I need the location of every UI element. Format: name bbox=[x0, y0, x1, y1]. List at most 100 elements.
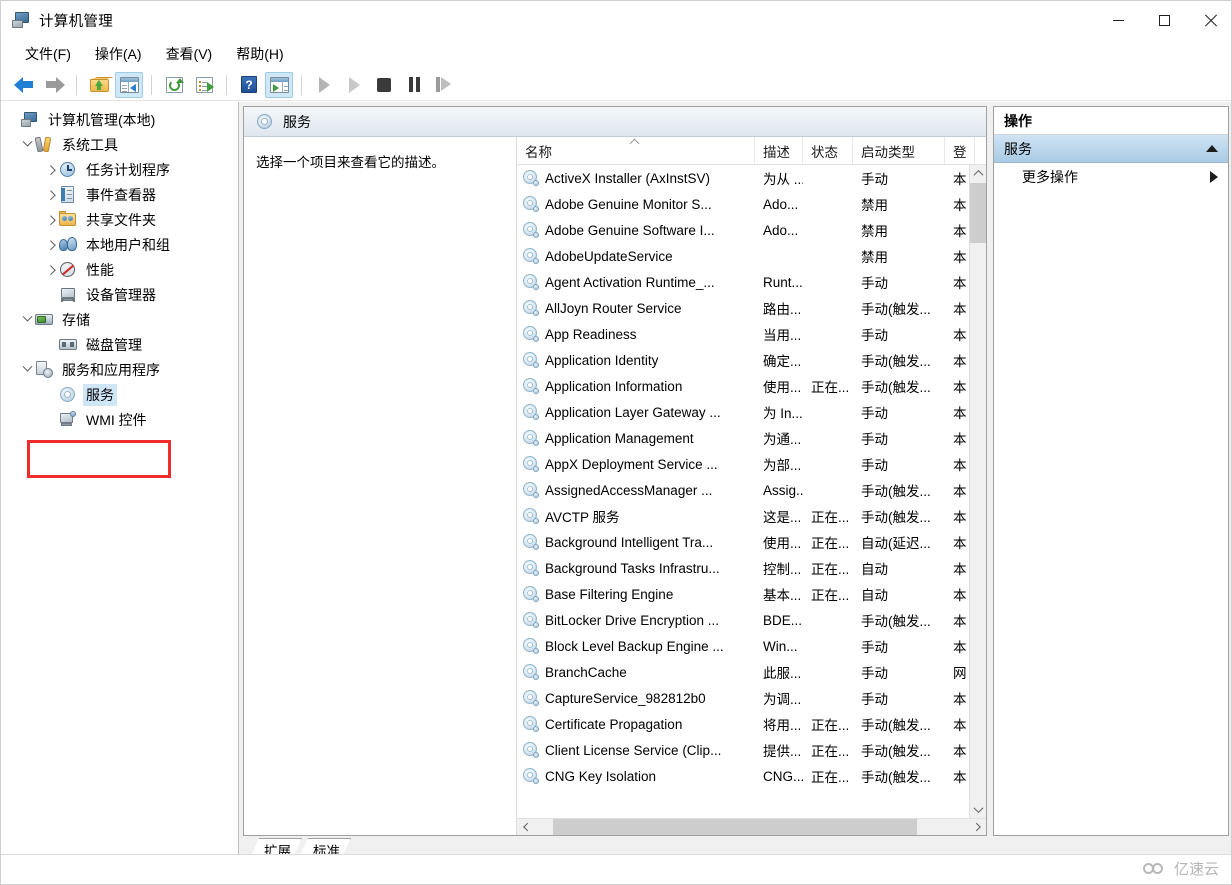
service-name-label: Agent Activation Runtime_... bbox=[545, 275, 715, 290]
list-vertical-scrollbar[interactable] bbox=[969, 165, 986, 818]
window-title: 计算机管理 bbox=[39, 10, 113, 31]
show-action-pane-button[interactable] bbox=[265, 72, 293, 98]
export-list-button[interactable] bbox=[190, 72, 218, 98]
expander-icon[interactable] bbox=[43, 187, 59, 203]
tree-item-shared-folders[interactable]: 共享文件夹 bbox=[1, 207, 238, 232]
column-header-description[interactable]: 描述 bbox=[755, 137, 803, 164]
table-row[interactable]: App Readiness当用...手动本 bbox=[517, 321, 986, 347]
table-row[interactable]: Application Information使用...正在...手动(触发..… bbox=[517, 373, 986, 399]
tree-item-storage[interactable]: 存储 bbox=[1, 307, 238, 332]
refresh-button[interactable] bbox=[160, 72, 188, 98]
show-console-tree-button[interactable] bbox=[115, 72, 143, 98]
back-button[interactable] bbox=[10, 72, 38, 98]
tree-item-services-and-applications[interactable]: 服务和应用程序 bbox=[1, 357, 238, 382]
action-more-actions[interactable]: 更多操作 bbox=[994, 163, 1228, 191]
minimize-button[interactable] bbox=[1095, 1, 1141, 39]
table-row[interactable]: Background Intelligent Tra...使用...正在...自… bbox=[517, 529, 986, 555]
menu-view[interactable]: 查看(V) bbox=[154, 41, 225, 67]
table-row[interactable]: CNG Key IsolationCNG...正在...手动(触发...本 bbox=[517, 763, 986, 789]
service-name-label: Application Management bbox=[545, 431, 694, 446]
expander-icon[interactable] bbox=[19, 137, 35, 153]
expander-icon[interactable] bbox=[43, 162, 59, 178]
service-name-label: AVCTP 服务 bbox=[545, 506, 620, 526]
table-row[interactable]: Certificate Propagation将用...正在...手动(触发..… bbox=[517, 711, 986, 737]
expander-icon[interactable] bbox=[19, 362, 35, 378]
table-row[interactable]: AllJoyn Router Service路由...手动(触发...本 bbox=[517, 295, 986, 321]
table-row[interactable]: BitLocker Drive Encryption ...BDE...手动(触… bbox=[517, 607, 986, 633]
service-name-label: ActiveX Installer (AxInstSV) bbox=[545, 171, 710, 186]
content-header: 服务 bbox=[244, 107, 986, 137]
table-row[interactable]: Adobe Genuine Software I...Ado...禁用本 bbox=[517, 217, 986, 243]
table-row[interactable]: Block Level Backup Engine ...Win...手动本 bbox=[517, 633, 986, 659]
table-row[interactable]: AssignedAccessManager ...Assig...手动(触发..… bbox=[517, 477, 986, 503]
table-row[interactable]: CaptureService_982812b0为调...手动本 bbox=[517, 685, 986, 711]
pause-service-button[interactable] bbox=[400, 72, 428, 98]
table-row[interactable]: Background Tasks Infrastru...控制...正在...自… bbox=[517, 555, 986, 581]
tree-item-event-viewer[interactable]: 事件查看器 bbox=[1, 182, 238, 207]
table-row[interactable]: Agent Activation Runtime_...Runt...手动本 bbox=[517, 269, 986, 295]
tree-item-services[interactable]: 服务 bbox=[1, 382, 238, 407]
resume-service-button[interactable] bbox=[340, 72, 368, 98]
table-row[interactable]: Application Identity确定...手动(触发...本 bbox=[517, 347, 986, 373]
cell-description: 为部... bbox=[755, 454, 803, 474]
column-header-log-on-as[interactable]: 登 bbox=[945, 137, 975, 164]
menu-action[interactable]: 操作(A) bbox=[83, 41, 154, 67]
scroll-up-button[interactable] bbox=[970, 165, 986, 182]
menu-help[interactable]: 帮助(H) bbox=[224, 41, 295, 67]
scroll-down-button[interactable] bbox=[970, 801, 986, 818]
table-row[interactable]: AVCTP 服务这是...正在...手动(触发...本 bbox=[517, 503, 986, 529]
table-row[interactable]: Adobe Genuine Monitor S...Ado...禁用本 bbox=[517, 191, 986, 217]
close-button[interactable] bbox=[1187, 1, 1232, 39]
cell-status: 正在... bbox=[803, 558, 853, 578]
column-header-name[interactable]: 名称 bbox=[517, 137, 755, 164]
table-row[interactable]: BranchCache此服...手动网 bbox=[517, 659, 986, 685]
restart-service-button[interactable] bbox=[430, 72, 458, 98]
table-row[interactable]: Client License Service (Clip...提供...正在..… bbox=[517, 737, 986, 763]
horizontal-scroll-track[interactable] bbox=[534, 819, 969, 836]
stop-service-button[interactable] bbox=[370, 72, 398, 98]
scroll-left-button[interactable] bbox=[517, 819, 534, 836]
tree-item-task-scheduler[interactable]: 任务计划程序 bbox=[1, 157, 238, 182]
tree-item-system-tools[interactable]: 系统工具 bbox=[1, 132, 238, 157]
up-one-level-button[interactable] bbox=[85, 72, 113, 98]
tree-item-device-manager[interactable]: 设备管理器 bbox=[1, 282, 238, 307]
help-button[interactable]: ? bbox=[235, 72, 263, 98]
table-row[interactable]: ActiveX Installer (AxInstSV)为从 ...手动本 bbox=[517, 165, 986, 191]
horizontal-scroll-thumb[interactable] bbox=[553, 819, 917, 836]
maximize-button[interactable] bbox=[1141, 1, 1187, 39]
tree-item-local-users-groups[interactable]: 本地用户和组 bbox=[1, 232, 238, 257]
service-name-label: AppX Deployment Service ... bbox=[545, 457, 718, 472]
menu-file[interactable]: 文件(F) bbox=[13, 41, 83, 67]
vertical-scroll-thumb[interactable] bbox=[970, 183, 986, 243]
list-horizontal-scrollbar[interactable] bbox=[517, 818, 986, 835]
expander-icon[interactable] bbox=[43, 262, 59, 278]
column-header-startup-type[interactable]: 启动类型 bbox=[853, 137, 945, 164]
scroll-right-button[interactable] bbox=[969, 819, 986, 836]
forward-button[interactable] bbox=[40, 72, 68, 98]
caret-up-icon[interactable] bbox=[1206, 145, 1218, 152]
tree-item-root[interactable]: 计算机管理(本地) bbox=[1, 107, 238, 132]
table-row[interactable]: AdobeUpdateService禁用本 bbox=[517, 243, 986, 269]
cell-name: Background Tasks Infrastru... bbox=[517, 560, 755, 576]
expander-icon[interactable] bbox=[43, 237, 59, 253]
cell-startup-type: 禁用 bbox=[853, 194, 945, 214]
start-service-button[interactable] bbox=[310, 72, 338, 98]
table-row[interactable]: Application Management为通...手动本 bbox=[517, 425, 986, 451]
expander-icon[interactable] bbox=[19, 312, 35, 328]
maximize-icon bbox=[1159, 15, 1170, 26]
tree-item-label: 设备管理器 bbox=[83, 284, 159, 306]
actions-section-services[interactable]: 服务 bbox=[994, 135, 1228, 163]
column-header-status[interactable]: 状态 bbox=[803, 137, 853, 164]
tree-item-wmi-control[interactable]: WMI 控件 bbox=[1, 407, 238, 432]
table-row[interactable]: Base Filtering Engine基本...正在...自动本 bbox=[517, 581, 986, 607]
table-row[interactable]: Application Layer Gateway ...为 In...手动本 bbox=[517, 399, 986, 425]
cell-description: 这是... bbox=[755, 506, 803, 526]
expander-icon[interactable] bbox=[43, 212, 59, 228]
cell-name: CNG Key Isolation bbox=[517, 768, 755, 784]
device-manager-icon bbox=[59, 286, 77, 303]
tree-item-performance[interactable]: 性能 bbox=[1, 257, 238, 282]
tree-item-disk-management[interactable]: 磁盘管理 bbox=[1, 332, 238, 357]
event-log-icon bbox=[59, 186, 77, 203]
refresh-icon bbox=[166, 77, 183, 93]
table-row[interactable]: AppX Deployment Service ...为部...手动本 bbox=[517, 451, 986, 477]
